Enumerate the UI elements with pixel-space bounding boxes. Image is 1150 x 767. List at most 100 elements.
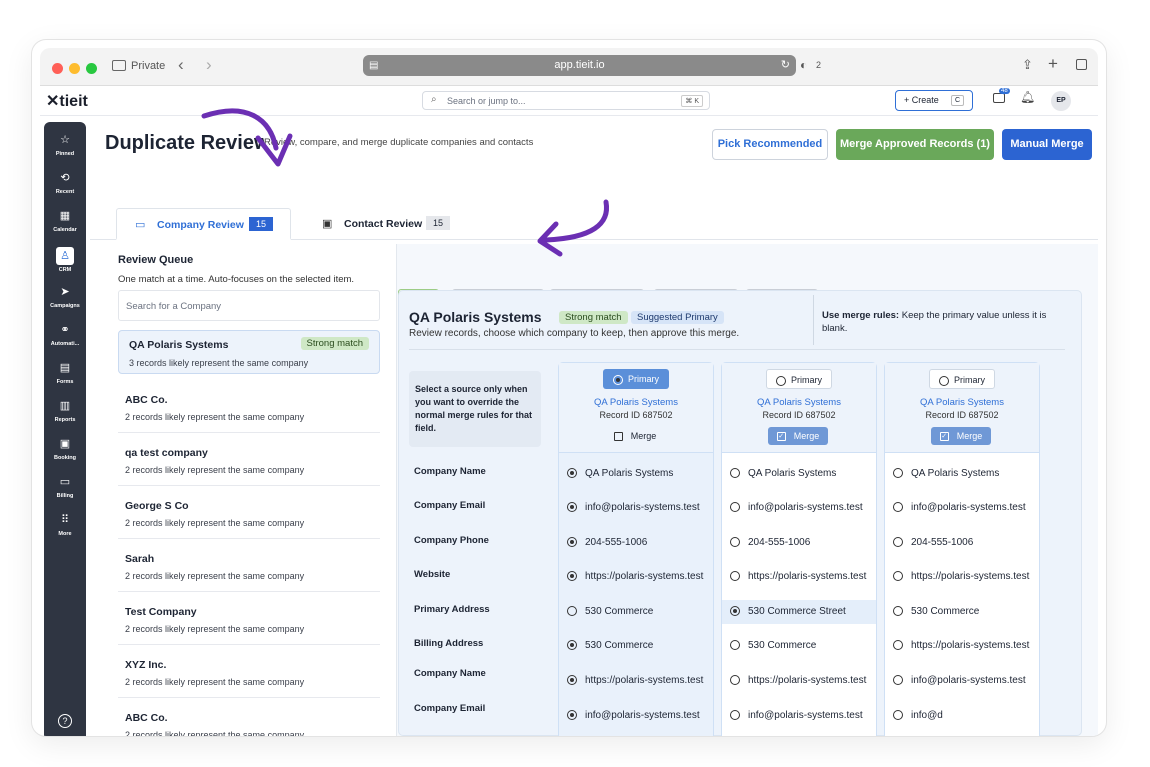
sidebar-item-recent[interactable]: ⟲ Recent bbox=[44, 172, 86, 195]
primary-toggle[interactable]: Primary bbox=[929, 369, 995, 389]
field-option[interactable]: info@polaris-systems.test bbox=[722, 704, 876, 728]
search-shortcut: ⌘ K bbox=[681, 95, 703, 107]
sidebar-icon: ♙ bbox=[56, 247, 74, 265]
page-icon: ▤ bbox=[369, 60, 379, 71]
field-option[interactable]: QA Polaris Systems bbox=[885, 462, 1039, 486]
queue-item[interactable]: XYZ Inc. 2 records likely represent the s… bbox=[118, 645, 380, 698]
sidebar-item-more[interactable]: ⠿ More bbox=[44, 514, 86, 537]
option-value: https://polaris-systems.test bbox=[585, 675, 704, 686]
sidebar-icon: ▣ bbox=[59, 438, 71, 450]
app-logo[interactable]: ✕tieit bbox=[46, 91, 88, 111]
address-bar[interactable]: ▤ app.tieit.io ↻ bbox=[363, 55, 796, 76]
field-option[interactable]: info@polaris-systems.test bbox=[559, 496, 713, 520]
maximize-window-icon[interactable] bbox=[86, 63, 97, 74]
new-tab-icon[interactable]: + bbox=[1048, 54, 1058, 74]
close-window-icon[interactable] bbox=[52, 63, 63, 74]
sidebar-item-crm[interactable]: ♙ CRM bbox=[44, 246, 86, 273]
queue-item-name: qa test company bbox=[125, 447, 208, 459]
merge-approved-button[interactable]: Merge Approved Records (1) bbox=[836, 129, 994, 160]
queue-item[interactable]: Test Company 2 records likely represent t… bbox=[118, 592, 380, 645]
sidebar-item-campaigns[interactable]: ➤ Campaigns bbox=[44, 286, 86, 309]
queue-item[interactable]: qa test company 2 records likely represen… bbox=[118, 433, 380, 486]
sidebar-item-booking[interactable]: ▣ Booking bbox=[44, 438, 86, 461]
tab-company-review[interactable]: ▭ Company Review 15 bbox=[116, 208, 291, 240]
sidebar-item-reports[interactable]: ▥ Reports bbox=[44, 400, 86, 423]
option-radio-icon bbox=[567, 675, 577, 686]
queue-search-input[interactable]: Search for a Company bbox=[118, 290, 380, 321]
field-option[interactable]: 204-555-1006 bbox=[722, 531, 876, 555]
bell-icon[interactable]: 🔔︎ bbox=[1020, 90, 1035, 104]
merge-toggle[interactable]: ✓ Merge bbox=[931, 427, 991, 445]
field-option[interactable]: https://polaris-systems.test bbox=[722, 565, 876, 589]
forward-icon[interactable]: › bbox=[206, 55, 212, 75]
merge-toggle[interactable]: Merge bbox=[605, 427, 665, 445]
app-topbar: ✕tieit ⌕ Search or jump to... ⌘ K + Crea… bbox=[40, 86, 1098, 116]
queue-item[interactable]: Strong match QA Polaris Systems 3 records … bbox=[118, 330, 380, 374]
suggested-primary-badge: Suggested Primary bbox=[631, 311, 724, 324]
create-button[interactable]: + Create C bbox=[895, 90, 973, 111]
primary-toggle[interactable]: Primary bbox=[603, 369, 669, 389]
sidebar-item-automati[interactable]: ⚭ Automati... bbox=[44, 324, 86, 347]
option-radio-icon bbox=[893, 571, 903, 582]
create-label: Create bbox=[911, 95, 939, 105]
option-radio-icon bbox=[893, 537, 903, 548]
sidebar-item-billing[interactable]: ▭ Billing bbox=[44, 476, 86, 499]
field-option[interactable]: 530 Commerce bbox=[559, 634, 713, 658]
queue-item-desc: 2 records likely represent the same comp… bbox=[125, 518, 305, 528]
global-search[interactable]: ⌕ Search or jump to... ⌘ K bbox=[422, 91, 710, 110]
sidebar-item-calendar[interactable]: ▦ Calendar bbox=[44, 210, 86, 233]
field-option[interactable]: https://polaris-systems.test bbox=[559, 669, 713, 693]
field-option[interactable]: 530 Commerce bbox=[559, 600, 713, 624]
shield-icon[interactable]: ◐ bbox=[800, 58, 807, 72]
avatar[interactable]: EP bbox=[1051, 91, 1071, 111]
field-option[interactable]: info@d bbox=[885, 704, 1039, 728]
field-option[interactable]: 530 Commerce bbox=[722, 634, 876, 658]
field-option[interactable]: info@polaris-systems.test bbox=[885, 496, 1039, 520]
sidebar-label: Forms bbox=[56, 379, 74, 385]
tabs-overview-icon[interactable] bbox=[1076, 59, 1087, 70]
field-option[interactable]: 530 Commerce bbox=[885, 600, 1039, 624]
field-option[interactable]: https://polaris-systems.test bbox=[885, 565, 1039, 589]
primary-toggle[interactable]: Primary bbox=[766, 369, 832, 389]
help-button[interactable]: ? bbox=[58, 714, 72, 728]
field-option[interactable]: info@polaris-systems.test bbox=[722, 496, 876, 520]
sidebar-item-forms[interactable]: ▤ Forms bbox=[44, 362, 86, 385]
manual-merge-button[interactable]: Manual Merge bbox=[1002, 129, 1092, 160]
queue-item[interactable]: ABC Co. 2 records likely represent the sa… bbox=[118, 380, 380, 433]
field-option[interactable]: info@polaris-systems.test bbox=[885, 669, 1039, 693]
reload-icon[interactable]: ↻ bbox=[781, 55, 790, 76]
mail-icon[interactable] bbox=[993, 93, 1005, 103]
sidebar-item-pinned[interactable]: ☆ Pinned bbox=[44, 134, 86, 157]
pick-recommended-button[interactable]: Pick Recommended bbox=[712, 129, 828, 160]
field-option[interactable]: https://polaris-systems.test bbox=[885, 634, 1039, 658]
back-icon[interactable]: ‹ bbox=[178, 55, 184, 75]
match-subtitle: Review records, choose which company to … bbox=[409, 328, 740, 339]
record-name-link[interactable]: QA Polaris Systems bbox=[559, 397, 713, 408]
merge-toggle[interactable]: ✓ Merge bbox=[768, 427, 828, 445]
queue-item[interactable]: Sarah 2 records likely represent the same… bbox=[118, 539, 380, 592]
field-option[interactable]: https://polaris-systems.test bbox=[559, 565, 713, 589]
contact-icon: ▣ bbox=[322, 218, 333, 230]
field-option[interactable]: info@polaris-systems.test bbox=[559, 704, 713, 728]
minimize-window-icon[interactable] bbox=[69, 63, 80, 74]
option-radio-icon bbox=[567, 468, 577, 479]
option-value: info@d bbox=[911, 710, 943, 721]
field-option[interactable]: QA Polaris Systems bbox=[722, 462, 876, 486]
record-name-link[interactable]: QA Polaris Systems bbox=[885, 397, 1039, 408]
field-option[interactable]: 204-555-1006 bbox=[885, 531, 1039, 555]
field-option[interactable]: QA Polaris Systems bbox=[559, 462, 713, 486]
option-radio-icon bbox=[730, 468, 740, 479]
sidebar-toggle-icon[interactable] bbox=[112, 60, 126, 71]
field-option[interactable]: 204-555-1006 bbox=[559, 531, 713, 555]
record-name-link[interactable]: QA Polaris Systems bbox=[722, 397, 876, 408]
field-option[interactable]: 530 Commerce Street bbox=[722, 600, 876, 624]
field-option[interactable]: https://polaris-systems.test bbox=[722, 669, 876, 693]
share-icon[interactable]: ⇪ bbox=[1022, 57, 1033, 73]
queue-item[interactable]: George S Co 2 records likely represent th… bbox=[118, 486, 380, 539]
merge-checkbox-icon: ✓ bbox=[939, 432, 949, 442]
queue-item[interactable]: ABC Co. 2 records likely represent the sa… bbox=[118, 698, 380, 736]
tab-contact-review[interactable]: ▣ Contact Review 15 bbox=[312, 208, 487, 240]
option-radio-icon bbox=[730, 710, 740, 721]
queue-item-name: XYZ Inc. bbox=[125, 659, 167, 671]
option-value: 204-555-1006 bbox=[748, 537, 811, 548]
